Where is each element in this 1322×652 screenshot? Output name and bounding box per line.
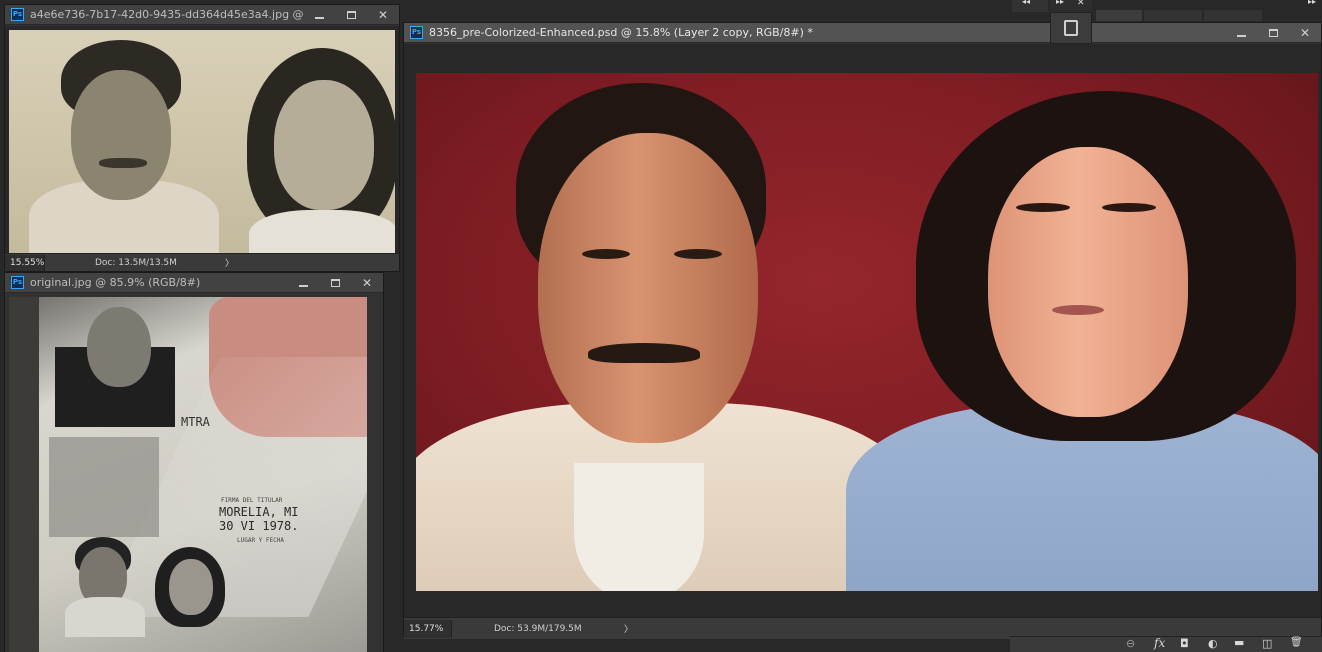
panel-dock-top-left: ◂◂: [1012, 0, 1048, 12]
status-menu-chevron-icon[interactable]: 〉: [624, 622, 633, 635]
new-layer-icon[interactable]: ◫: [1262, 637, 1272, 650]
original-photo: MTRA FIRMA DEL TITULAR MORELIA, MI 30 VI…: [9, 297, 367, 652]
panel-tab[interactable]: [1096, 10, 1142, 21]
panel-tabs-strip: ▸▸: [1092, 0, 1322, 21]
minimize-icon: [314, 16, 324, 19]
link-layers-icon[interactable]: ⊖: [1126, 637, 1135, 650]
document-window-restored[interactable]: Ps a4e6e736-7b17-42d0-9435-dd364d45e3a4.…: [4, 4, 400, 272]
delete-layer-trash-icon[interactable]: 🗑: [1290, 637, 1303, 648]
close-button[interactable]: ✕: [1289, 23, 1321, 43]
card-text-line3: MORELIA, MI: [219, 505, 299, 519]
new-group-folder-icon[interactable]: ▬: [1234, 636, 1244, 649]
maximize-button[interactable]: [319, 273, 351, 293]
window-titlebar[interactable]: Ps original.jpg @ 85.9% (RGB/8#) ✕: [5, 273, 383, 293]
history-brush-icon: [1064, 20, 1078, 36]
canvas-area[interactable]: [5, 26, 399, 253]
close-button[interactable]: ✕: [351, 273, 383, 293]
window-titlebar[interactable]: Ps 8356_pre-Colorized-Enhanced.psd @ 15.…: [404, 23, 1321, 43]
minimize-button[interactable]: [303, 5, 335, 25]
minimize-button[interactable]: [287, 273, 319, 293]
close-button[interactable]: ✕: [367, 5, 399, 25]
photoshop-file-icon: Ps: [410, 26, 423, 39]
photoshop-file-icon: Ps: [11, 8, 24, 21]
expand-panels-icon[interactable]: ▸▸: [1308, 0, 1316, 6]
maximize-icon: [346, 10, 356, 19]
panel-tab[interactable]: [1204, 10, 1262, 21]
document-window-original[interactable]: Ps original.jpg @ 85.9% (RGB/8#) ✕ MTRA …: [4, 272, 384, 652]
status-menu-chevron-icon[interactable]: 〉: [225, 256, 234, 269]
panel-tab[interactable]: [1144, 10, 1202, 21]
layer-mask-icon[interactable]: ◘: [1180, 637, 1189, 650]
colorized-photo: [416, 73, 1318, 591]
collapse-panels-icon[interactable]: ◂◂: [1022, 0, 1030, 6]
window-title: a4e6e736-7b17-42d0-9435-dd364d45e3a4.jpg…: [30, 8, 303, 21]
card-text-line4: 30 VI 1978.: [219, 519, 299, 533]
zoom-field[interactable]: 15.77%: [404, 619, 452, 638]
panel-dock-header: ▸▸ ✕: [1050, 0, 1092, 12]
minimize-button[interactable]: [1225, 23, 1257, 43]
minimize-icon: [1236, 34, 1246, 37]
maximize-icon: [330, 278, 340, 287]
card-text-line2: FIRMA DEL TITULAR: [221, 497, 283, 504]
canvas-area[interactable]: [404, 44, 1321, 617]
doc-size: Doc: 53.9M/179.5M: [494, 623, 582, 634]
close-panel-icon[interactable]: ✕: [1077, 0, 1085, 8]
card-text-line1: MTRA: [181, 415, 210, 429]
doc-size: Doc: 13.5M/13.5M: [95, 257, 177, 268]
restored-photo: [9, 30, 395, 253]
zoom-field[interactable]: 15.55%: [5, 254, 45, 271]
photoshop-file-icon: Ps: [11, 276, 24, 289]
maximize-button[interactable]: [1257, 23, 1289, 43]
card-text-line5: LUGAR Y FECHA: [237, 537, 284, 544]
minimize-icon: [298, 284, 308, 287]
document-window-main[interactable]: Ps 8356_pre-Colorized-Enhanced.psd @ 15.…: [403, 22, 1322, 639]
window-titlebar[interactable]: Ps a4e6e736-7b17-42d0-9435-dd364d45e3a4.…: [5, 5, 399, 25]
layers-panel-footer: ⊖ fx ◘ ◐ ▬ ◫ 🗑: [1010, 636, 1322, 652]
window-title: 8356_pre-Colorized-Enhanced.psd @ 15.8% …: [429, 26, 813, 39]
fx-icon[interactable]: fx: [1154, 636, 1165, 650]
window-title: original.jpg @ 85.9% (RGB/8#): [30, 276, 201, 289]
history-panel-button[interactable]: [1050, 12, 1092, 44]
maximize-icon: [1268, 28, 1278, 37]
status-bar: 15.55% Doc: 13.5M/13.5M 〉: [5, 253, 399, 271]
maximize-button[interactable]: [335, 5, 367, 25]
adjustment-layer-icon[interactable]: ◐: [1208, 637, 1218, 650]
expand-panels-icon[interactable]: ▸▸: [1056, 0, 1064, 6]
